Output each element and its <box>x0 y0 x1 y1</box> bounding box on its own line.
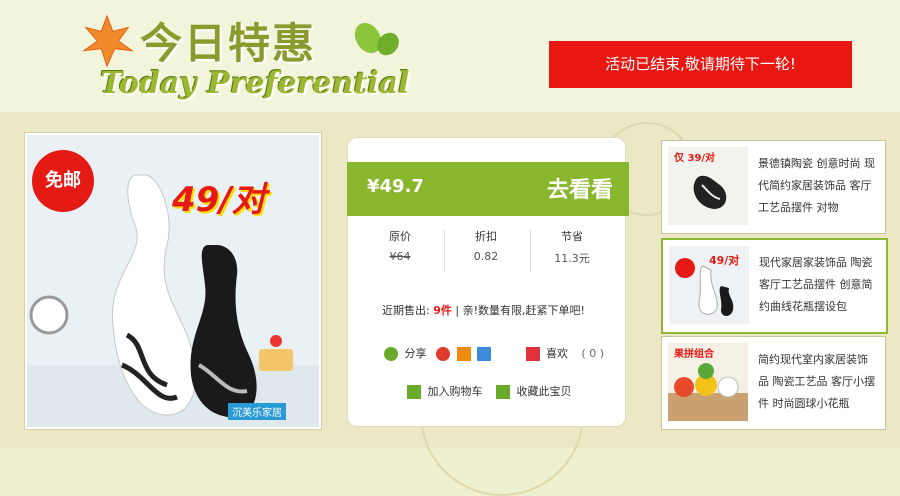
sidebar-item-1[interactable]: 仅 39/对 景德镇陶瓷 创意时尚 现代简约家居装饰品 客厅工艺品摆件 对物 <box>661 140 886 234</box>
sidebar-item-text[interactable]: 现代家居家装饰品 陶瓷客厅工艺品摆件 创意简约曲线花瓶摆设包 <box>759 252 879 318</box>
star-icon[interactable] <box>477 347 491 361</box>
share-row: 分享 喜欢 ( 0 ) <box>384 345 604 361</box>
taobao-icon[interactable] <box>456 347 471 361</box>
sidebar-badge: 49/对 <box>709 254 740 267</box>
stat-label: 节省 <box>561 230 583 243</box>
divider <box>530 230 531 272</box>
share-label[interactable]: 分享 <box>405 347 427 360</box>
like-count: ( 0 ) <box>581 347 605 360</box>
event-ended-notice: 活动已结束,敬请期待下一轮! <box>549 41 852 88</box>
green-leaf-icon <box>354 22 399 56</box>
sidebar-badge: 果拼组合 <box>674 349 714 360</box>
sidebar-badge: 仅 39/对 <box>674 153 716 164</box>
like-label[interactable]: 喜欢 <box>546 347 568 360</box>
stat-value: ¥64 <box>389 250 411 263</box>
price-stats: 原价 ¥64 折扣 0.82 节省 11.3元 <box>360 228 612 276</box>
stat-label: 原价 <box>389 230 411 243</box>
share-icon[interactable] <box>384 347 398 361</box>
page-title-zh: 今日特惠 <box>140 19 317 68</box>
sold-suffix: | 亲!数量有限,赶紧下单吧! <box>455 304 585 317</box>
current-price: ¥49.7 <box>367 176 424 197</box>
free-shipping-badge: 免邮 <box>32 150 94 212</box>
stat-discount: 折扣 0.82 <box>446 228 526 263</box>
stat-label: 折扣 <box>475 230 497 243</box>
collect-button[interactable]: 收藏此宝贝 <box>517 385 572 398</box>
cart-actions: 加入购物车 收藏此宝贝 <box>407 383 572 399</box>
page-title-en: Today Preferential <box>100 66 410 101</box>
sold-count: 9件 <box>433 304 452 317</box>
divider <box>444 230 445 272</box>
stat-value: 0.82 <box>473 250 499 263</box>
cart-icon[interactable] <box>407 385 421 399</box>
stat-saving: 节省 11.3元 <box>532 228 612 266</box>
maple-leaf-icon <box>82 14 134 68</box>
image-watermark: 沉美乐家居 <box>228 403 286 420</box>
collect-icon[interactable] <box>496 385 510 399</box>
sidebar-item-3[interactable]: 果拼组合 简约现代室内家居装饰品 陶瓷工艺品 客厅小摆件 时尚圆球小花瓶 <box>661 336 886 430</box>
weibo-icon[interactable] <box>436 347 450 361</box>
view-button[interactable]: 去看看 <box>547 172 613 204</box>
sold-info: 近期售出: 9件 | 亲!数量有限,赶紧下单吧! <box>382 302 585 318</box>
sidebar-item-text[interactable]: 简约现代室内家居装饰品 陶瓷工艺品 客厅小摆件 时尚圆球小花瓶 <box>758 349 878 415</box>
stat-original: 原价 ¥64 <box>360 228 440 263</box>
sidebar-item-text[interactable]: 景德镇陶瓷 创意时尚 现代简约家居装饰品 客厅工艺品摆件 对物 <box>758 153 878 219</box>
add-cart-button[interactable]: 加入购物车 <box>428 385 483 398</box>
sidebar-item-2[interactable]: 49/对 现代家居家装饰品 陶瓷客厅工艺品摆件 创意简约曲线花瓶摆设包 <box>661 238 888 334</box>
stat-value: 11.3元 <box>554 252 590 265</box>
header: 今日特惠 Today Preferential 活动已结束,敬请期待下一轮! <box>0 0 900 112</box>
price-bar: ¥49.7 去看看 <box>347 162 629 216</box>
heart-icon[interactable] <box>525 347 540 361</box>
sold-prefix: 近期售出: <box>382 304 430 317</box>
promo-price-tag: 49/对 <box>172 180 266 220</box>
